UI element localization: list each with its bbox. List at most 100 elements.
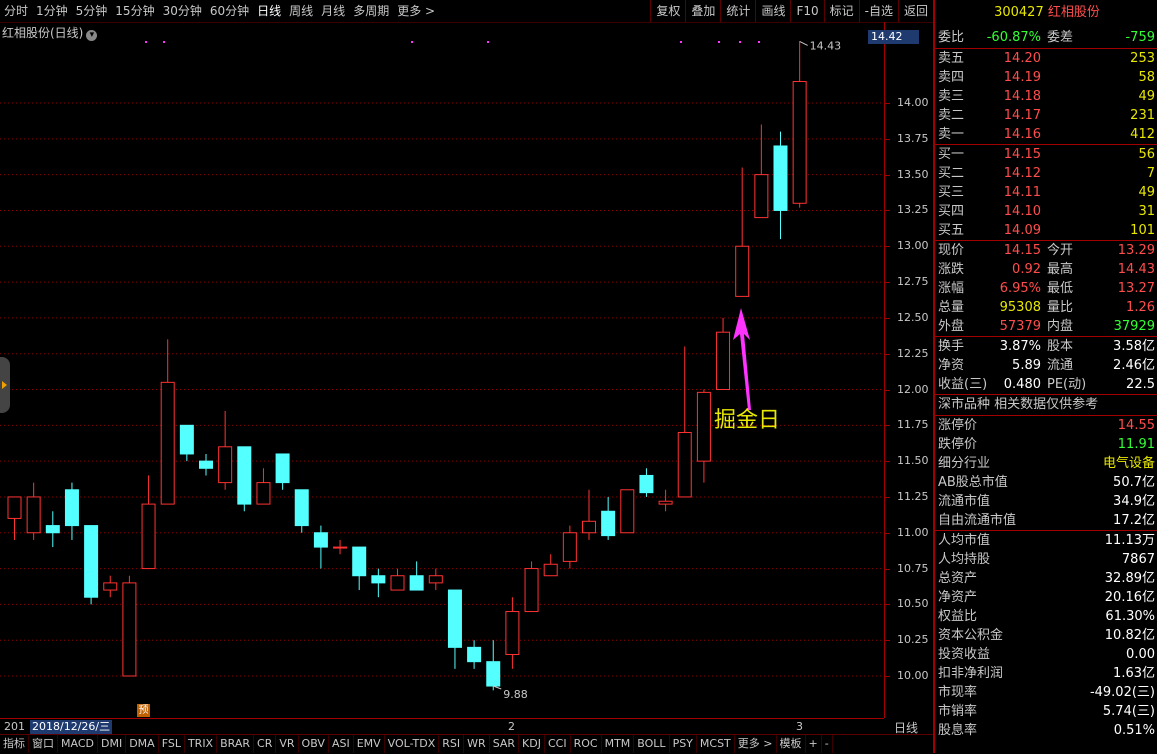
order-book-row[interactable]: 买一 14.15 56: [935, 145, 1157, 164]
candle[interactable]: [735, 167, 750, 297]
candle[interactable]: [256, 468, 271, 505]
period-tab[interactable]: 周线: [285, 0, 317, 22]
indicator-tab[interactable]: PSY: [670, 735, 697, 753]
candle[interactable]: [543, 554, 558, 577]
indicator-tab[interactable]: KDJ: [519, 735, 545, 753]
candle[interactable]: [26, 482, 41, 540]
tool-button[interactable]: 画线: [755, 0, 790, 22]
candle[interactable]: [409, 561, 424, 591]
candle[interactable]: [390, 568, 405, 591]
tool-button[interactable]: -自选: [858, 0, 898, 22]
order-book-row[interactable]: 卖四 14.19 58: [935, 68, 1157, 87]
indicator-tab[interactable]: RSI: [439, 735, 465, 753]
indicator-tab[interactable]: SAR: [490, 735, 520, 753]
indicator-tab[interactable]: BOLL: [634, 735, 670, 753]
indicator-tab[interactable]: DMI: [98, 735, 127, 753]
candle[interactable]: [620, 489, 635, 534]
candle[interactable]: [199, 453, 213, 476]
period-tab[interactable]: 60分钟: [206, 0, 253, 22]
indicator-tab[interactable]: -: [822, 735, 833, 753]
candle[interactable]: [7, 496, 22, 540]
candle[interactable]: [677, 346, 692, 498]
indicator-tab[interactable]: ROC: [571, 735, 602, 753]
indicator-tab[interactable]: BRAR: [217, 735, 255, 753]
period-tab[interactable]: 1分钟: [32, 0, 72, 22]
indicator-tab[interactable]: 模板: [777, 735, 806, 753]
order-book-row[interactable]: 卖一 14.16 412: [935, 125, 1157, 144]
candle[interactable]: [716, 317, 731, 391]
indicator-tab[interactable]: 指标: [0, 735, 29, 753]
tool-button[interactable]: 复权: [650, 0, 685, 22]
indicator-tab[interactable]: WR: [464, 735, 490, 753]
indicator-tab[interactable]: MACD: [58, 735, 98, 753]
order-book-row[interactable]: 卖二 14.17 231: [935, 106, 1157, 125]
candle[interactable]: [275, 453, 290, 490]
period-tab[interactable]: 15分钟: [111, 0, 158, 22]
candle[interactable]: [64, 482, 79, 540]
indicator-tab[interactable]: MTM: [602, 735, 635, 753]
candle[interactable]: [333, 539, 348, 555]
period-tab[interactable]: 日线: [253, 0, 285, 22]
candle[interactable]: [524, 561, 539, 613]
candle[interactable]: [658, 489, 673, 512]
indicator-tab[interactable]: ASI: [329, 735, 354, 753]
candle[interactable]: [562, 525, 577, 569]
candle[interactable]: [45, 511, 60, 548]
candle[interactable]: [505, 597, 520, 669]
tool-button[interactable]: 叠加: [685, 0, 720, 22]
tool-button[interactable]: F10: [790, 0, 823, 22]
indicator-tab[interactable]: CCI: [545, 735, 571, 753]
candle[interactable]: [486, 640, 501, 691]
indicator-tab[interactable]: MCST: [697, 735, 735, 753]
candle[interactable]: [237, 446, 252, 512]
order-book-row[interactable]: 买五 14.09 101: [935, 221, 1157, 240]
candle[interactable]: [773, 131, 788, 240]
indicator-tab[interactable]: DMA: [126, 735, 159, 753]
candle[interactable]: [467, 640, 482, 669]
period-tab[interactable]: 30分钟: [159, 0, 206, 22]
candle[interactable]: [601, 496, 616, 540]
period-tab[interactable]: 更多 >: [393, 0, 439, 22]
indicator-tab[interactable]: FSL: [159, 735, 185, 753]
tool-button[interactable]: 返回: [897, 0, 933, 22]
candle[interactable]: [179, 424, 194, 462]
candle[interactable]: [141, 475, 156, 570]
indicator-tab[interactable]: 更多 >: [735, 735, 777, 753]
candle[interactable]: [639, 468, 654, 497]
order-book-row[interactable]: 卖五 14.20 253: [935, 49, 1157, 68]
period-tab[interactable]: 5分钟: [72, 0, 112, 22]
forecast-badge[interactable]: 预: [137, 704, 150, 717]
order-book-row[interactable]: 买三 14.11 49: [935, 183, 1157, 202]
candle[interactable]: [371, 568, 386, 598]
side-expand-tab[interactable]: [0, 357, 10, 413]
indicator-tab[interactable]: TRIX: [185, 735, 218, 753]
candle[interactable]: [428, 568, 443, 591]
indicator-tab[interactable]: +: [806, 735, 822, 753]
order-book-row[interactable]: 卖三 14.18 49: [935, 87, 1157, 106]
candle[interactable]: [696, 389, 711, 483]
candlestick-chart[interactable]: 14.43 9.88: [0, 22, 884, 718]
candle[interactable]: [218, 410, 233, 490]
indicator-tab[interactable]: VOL-TDX: [385, 735, 440, 753]
tool-button[interactable]: 统计: [720, 0, 755, 22]
candle[interactable]: [313, 525, 328, 569]
period-tab[interactable]: 月线: [317, 0, 349, 22]
candle[interactable]: [294, 489, 309, 533]
period-tab[interactable]: 多周期: [349, 0, 393, 22]
order-book-row[interactable]: 买四 14.10 31: [935, 202, 1157, 221]
indicator-tab[interactable]: VR: [276, 735, 299, 753]
indicator-tab[interactable]: 窗口: [29, 735, 58, 753]
candle[interactable]: [122, 575, 137, 677]
candle[interactable]: [792, 41, 807, 208]
candle[interactable]: [352, 546, 367, 591]
indicator-tab[interactable]: CR: [254, 735, 277, 753]
tool-button[interactable]: 标记: [823, 0, 859, 22]
candle[interactable]: [160, 339, 175, 505]
candle[interactable]: [103, 575, 118, 598]
indicator-tab[interactable]: EMV: [354, 735, 385, 753]
order-book-row[interactable]: 买二 14.12 7: [935, 164, 1157, 183]
candle[interactable]: [447, 589, 462, 669]
candle[interactable]: [84, 525, 99, 605]
period-tab[interactable]: 分时: [0, 0, 32, 22]
indicator-tab[interactable]: OBV: [299, 735, 329, 753]
